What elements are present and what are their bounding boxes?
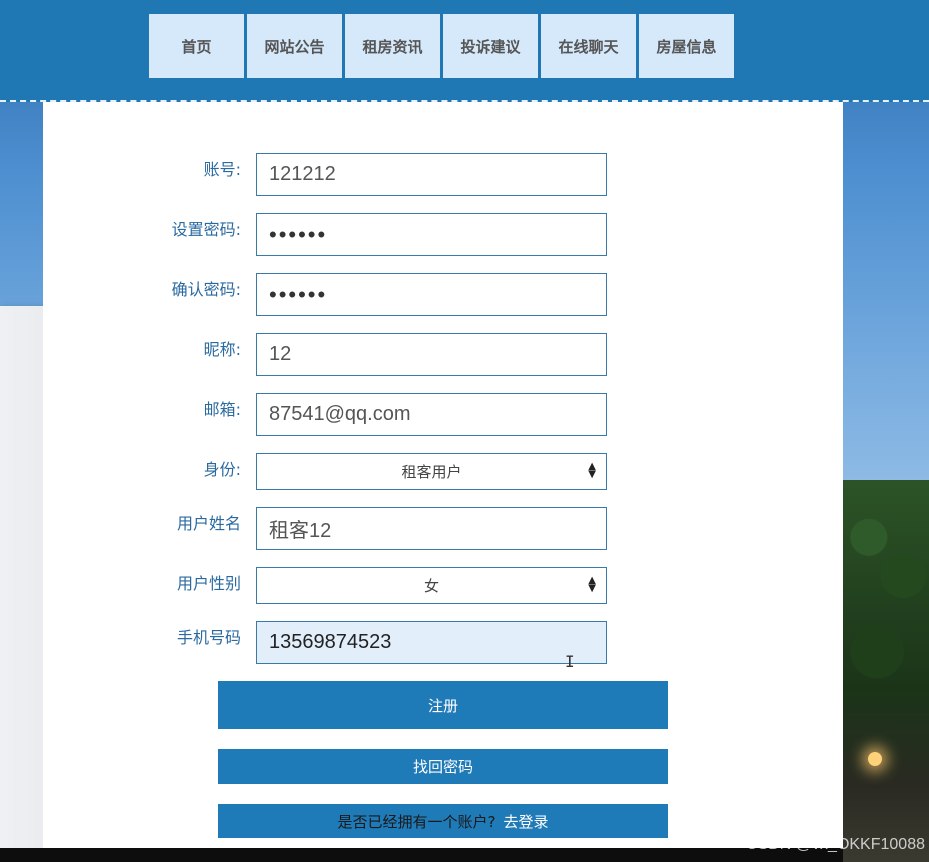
password-label: 设置密码:: [171, 220, 241, 239]
nickname-input[interactable]: 12: [256, 333, 607, 376]
register-form-panel: 账号: 121212 设置密码: •••••• 确认密码: •••••• 昵称:…: [43, 102, 843, 848]
real-name-label: 用户姓名: [176, 514, 241, 533]
role-label: 身份:: [203, 460, 241, 479]
nav-online-chat[interactable]: 在线聊天: [541, 14, 636, 78]
account-input[interactable]: 121212: [256, 153, 607, 196]
role-selected-value: 租客用户: [401, 463, 462, 481]
gender-label: 用户性别: [176, 574, 241, 593]
nickname-label: 昵称:: [203, 340, 241, 359]
account-label: 账号:: [203, 160, 241, 179]
gender-select[interactable]: 女 ▲ ▼: [256, 567, 607, 604]
has-account-prompt: 是否已经拥有一个账户?: [337, 812, 496, 831]
go-login-link[interactable]: 去登录: [503, 811, 548, 832]
register-button[interactable]: 注册: [218, 681, 668, 729]
text-cursor-icon: I: [565, 652, 575, 671]
background-lamp: [868, 752, 882, 766]
main-nav: 首页 网站公告 租房资讯 投诉建议 在线聊天 房屋信息: [149, 14, 734, 78]
select-arrows-icon: ▲ ▼: [588, 461, 596, 480]
password-input[interactable]: ••••••: [256, 213, 607, 256]
retrieve-password-button[interactable]: 找回密码: [218, 749, 668, 784]
nav-house-info[interactable]: 房屋信息: [639, 14, 734, 78]
role-select[interactable]: 租客用户 ▲ ▼: [256, 453, 607, 490]
background-trees: [843, 480, 929, 862]
nav-announcements[interactable]: 网站公告: [247, 14, 342, 78]
email-label: 邮箱:: [203, 400, 241, 419]
real-name-input[interactable]: 租客12: [256, 507, 607, 550]
confirm-password-input[interactable]: ••••••: [256, 273, 607, 316]
gender-selected-value: 女: [423, 577, 439, 595]
nav-complaints[interactable]: 投诉建议: [443, 14, 538, 78]
select-arrows-icon: ▲ ▼: [588, 575, 596, 594]
watermark: CSDN @vx_OKKF10088: [746, 836, 925, 853]
login-prompt-bar: 是否已经拥有一个账户? 去登录: [218, 804, 668, 838]
nav-rental-news[interactable]: 租房资讯: [345, 14, 440, 78]
top-header: 首页 网站公告 租房资讯 投诉建议 在线聊天 房屋信息: [0, 0, 929, 102]
email-input[interactable]: 87541@qq.com: [256, 393, 607, 436]
nav-home[interactable]: 首页: [149, 14, 244, 78]
phone-label: 手机号码: [176, 628, 241, 647]
background-bottom-bar: [0, 848, 843, 862]
confirm-password-label: 确认密码:: [171, 280, 241, 299]
phone-input[interactable]: 13569874523: [256, 621, 607, 664]
